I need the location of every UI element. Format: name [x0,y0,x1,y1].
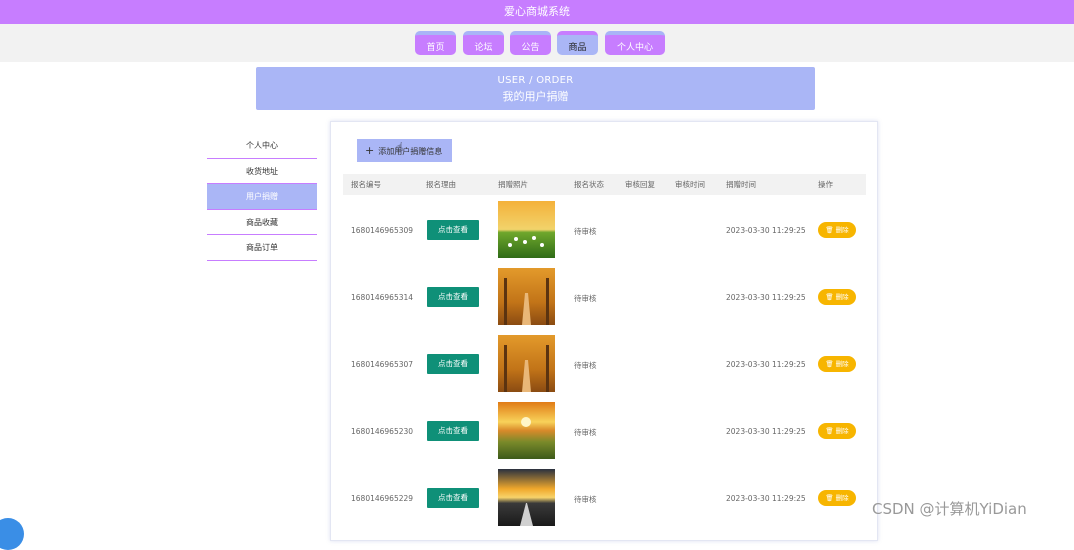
view-reason-button[interactable]: 点击查看 [427,354,479,374]
header-actions: 操作 [818,180,833,189]
trash-icon: 🗑 [825,494,836,502]
view-reason-button[interactable]: 点击查看 [427,488,479,508]
row-time: 2023-03-30 11:29:25 [726,360,806,369]
row-time: 2023-03-30 11:29:25 [726,226,806,235]
plus-icon: + [365,144,375,157]
delete-button[interactable]: 🗑 删除 [818,222,856,238]
nav-personal-center[interactable]: 个人中心 [605,31,665,55]
row-status: 待审核 [574,428,597,437]
row-time: 2023-03-30 11:29:25 [726,293,806,302]
trash-icon: 🗑 [825,293,836,301]
donation-photo[interactable] [498,402,555,459]
add-donation-button[interactable]: + 添加用户捐赠信息 ☝ [357,139,452,162]
row-id: 1680146965309 [351,226,414,235]
header-donation-time: 捐赠时间 [726,180,756,189]
sidebar: 个人中心 收货地址 用户捐赠 商品收藏 商品订单 [207,133,317,261]
page-banner: USER / ORDER 我的用户捐赠 [256,67,815,110]
donation-photo[interactable] [498,469,555,526]
nav-notice[interactable]: 公告 [510,31,551,55]
header-reason: 报名理由 [426,180,456,189]
donation-photo[interactable] [498,201,555,258]
table-row: 1680146965314 点击查看 待审核 2023-03-30 11:29:… [343,266,866,333]
app-title: 爱心商城系统 [504,5,570,18]
table-row: 1680146965230 点击查看 待审核 2023-03-30 11:29:… [343,400,866,467]
table-row: 1680146965309 点击查看 待审核 2023-03-30 11:29:… [343,199,866,266]
banner-subtitle: USER / ORDER [497,75,574,86]
trash-icon: 🗑 [825,360,836,368]
view-reason-button[interactable]: 点击查看 [427,220,479,240]
row-time: 2023-03-30 11:29:25 [726,494,806,503]
header-id: 报名编号 [351,180,381,189]
page-title: 我的用户捐赠 [502,90,569,103]
header-status: 报名状态 [574,180,604,189]
table-row: 1680146965229 点击查看 待审核 2023-03-30 11:29:… [343,467,866,534]
sidebar-item-address[interactable]: 收货地址 [207,159,317,184]
floating-action-button[interactable] [0,518,24,550]
delete-button[interactable]: 🗑 删除 [818,490,856,506]
view-reason-button[interactable]: 点击查看 [427,421,479,441]
trash-icon: 🗑 [825,427,836,435]
donation-photo[interactable] [498,335,555,392]
table-row: 1680146965307 点击查看 待审核 2023-03-30 11:29:… [343,333,866,400]
sidebar-item-orders[interactable]: 商品订单 [207,235,317,261]
row-id: 1680146965307 [351,360,414,369]
row-id: 1680146965229 [351,494,414,503]
header-review-time: 审核时间 [675,180,705,189]
trash-icon: 🗑 [825,226,836,234]
sidebar-item-favorites[interactable]: 商品收藏 [207,210,317,235]
delete-button[interactable]: 🗑 删除 [818,356,856,372]
table-header: 报名编号 报名理由 捐赠照片 报名状态 审核回复 审核时间 捐赠时间 操作 [343,174,866,195]
nav-forum[interactable]: 论坛 [463,31,504,55]
app-title-bar: 爱心商城系统 [0,0,1074,24]
sidebar-item-donation[interactable]: 用户捐赠 [207,184,317,210]
delete-button[interactable]: 🗑 删除 [818,423,856,439]
delete-button[interactable]: 🗑 删除 [818,289,856,305]
donation-photo[interactable] [498,268,555,325]
hand-cursor-icon: ☝ [396,140,404,154]
main-nav: 首页 论坛 公告 商品 个人中心 [0,24,1074,62]
sidebar-item-personal-center[interactable]: 个人中心 [207,133,317,159]
row-status: 待审核 [574,361,597,370]
row-status: 待审核 [574,227,597,236]
row-status: 待审核 [574,495,597,504]
view-reason-button[interactable]: 点击查看 [427,287,479,307]
nav-home[interactable]: 首页 [415,31,456,55]
watermark: CSDN @计算机YiDian [872,500,1027,518]
content-panel: + 添加用户捐赠信息 ☝ 报名编号 报名理由 捐赠照片 报名状态 审核回复 审核时… [330,121,878,541]
row-time: 2023-03-30 11:29:25 [726,427,806,436]
row-status: 待审核 [574,294,597,303]
row-id: 1680146965314 [351,293,414,302]
header-reply: 审核回复 [625,180,655,189]
row-id: 1680146965230 [351,427,414,436]
add-donation-label: 添加用户捐赠信息 [378,147,443,156]
header-photo: 捐赠照片 [498,180,528,189]
nav-products[interactable]: 商品 [557,31,598,55]
